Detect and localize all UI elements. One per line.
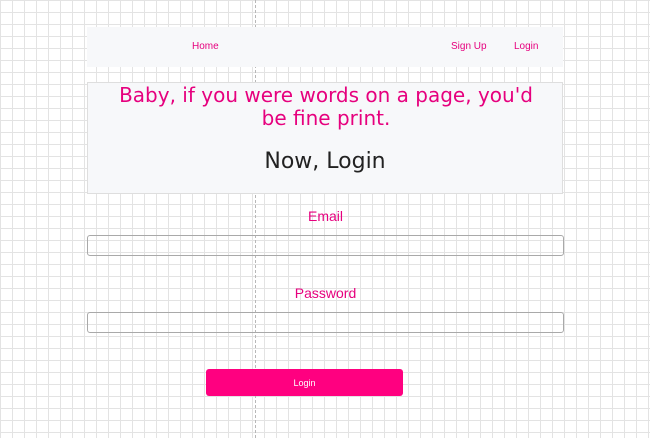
login-button[interactable]: Login: [206, 369, 403, 396]
navbar: Home Sign Up Login: [87, 27, 563, 67]
nav-login-link[interactable]: Login: [514, 41, 538, 52]
hero-panel: Baby, if you were words on a page, you'd…: [87, 82, 563, 194]
password-field[interactable]: [87, 312, 564, 333]
page-title: Now, Login: [264, 149, 386, 174]
nav-signup-link[interactable]: Sign Up: [451, 41, 487, 52]
email-label: Email: [307, 208, 343, 224]
password-label: Password: [294, 285, 357, 301]
hero-quote: Baby, if you were words on a page, you'd…: [119, 83, 533, 130]
email-field[interactable]: [87, 235, 564, 256]
nav-home-link[interactable]: Home: [192, 41, 219, 52]
